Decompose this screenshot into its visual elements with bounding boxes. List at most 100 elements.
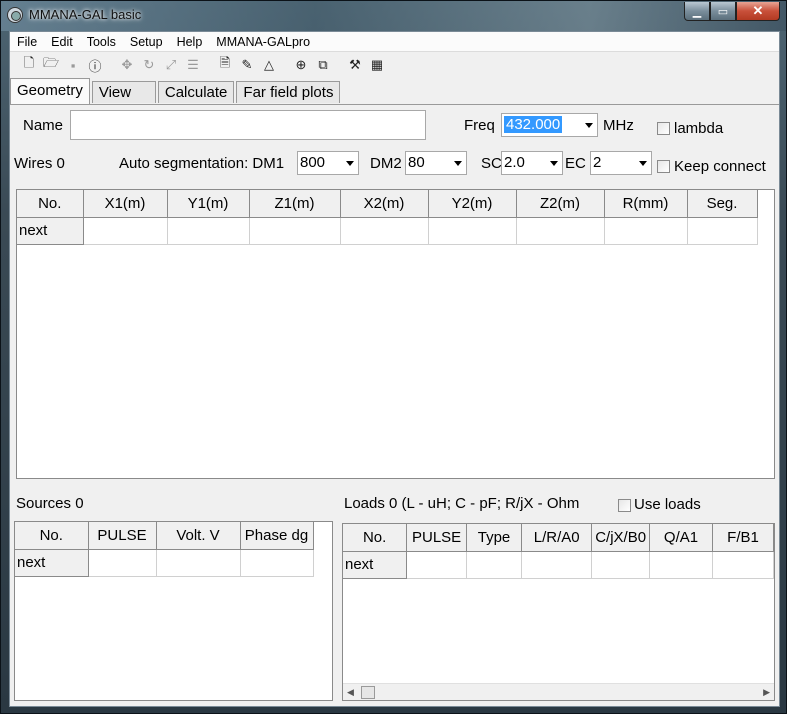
loads-table[interactable]: No. PULSE Type L/R/A0 C/jX/B0 Q/A1 F/B1 … <box>342 523 775 701</box>
rotate-icon[interactable]: ↻ <box>138 54 160 76</box>
table-cell[interactable] <box>712 551 774 579</box>
table-cell[interactable]: next <box>17 217 84 245</box>
scale-icon[interactable]: ⤢ <box>160 54 182 76</box>
menu-help[interactable]: Help <box>170 32 210 52</box>
column-header[interactable]: No. <box>17 190 84 218</box>
column-header[interactable]: F/B1 <box>712 524 774 552</box>
table-header-row: No. PULSE Volt. V Phase dg <box>15 522 314 550</box>
tab-calculate[interactable]: Calculate <box>157 81 235 103</box>
menu-setup[interactable]: Setup <box>123 32 170 52</box>
new-file-icon[interactable]: 🗋 <box>18 54 40 76</box>
app-icon[interactable] <box>7 7 23 23</box>
table-cell[interactable] <box>687 217 758 245</box>
adjust-icon[interactable]: ☰ <box>182 54 204 76</box>
sources-table[interactable]: No. PULSE Volt. V Phase dg next <box>14 521 333 701</box>
move-icon[interactable]: ✥ <box>116 54 138 76</box>
pen-icon[interactable]: ✎ <box>236 54 258 76</box>
table-cell[interactable]: next <box>15 549 89 577</box>
tab-geometry[interactable]: Geometry <box>10 78 90 104</box>
scroll-left-icon[interactable]: ◀ <box>347 687 354 698</box>
close-button[interactable]: ✕ <box>736 2 780 21</box>
chevron-down-icon[interactable] <box>585 123 593 128</box>
tools-icon[interactable]: ⚒ <box>344 54 366 76</box>
table-cell[interactable] <box>591 551 651 579</box>
wires-table[interactable]: No. X1(m) Y1(m) Z1(m) X2(m) Y2(m) Z2(m) … <box>16 189 775 479</box>
name-input[interactable] <box>70 110 426 140</box>
table-row[interactable]: next <box>15 549 314 577</box>
column-header[interactable]: No. <box>15 522 89 550</box>
table-cell[interactable] <box>466 551 523 579</box>
table-row[interactable]: next <box>343 551 774 579</box>
save-icon[interactable]: ▪ <box>62 54 84 76</box>
chevron-down-icon[interactable] <box>550 161 558 166</box>
table-cell[interactable] <box>428 217 517 245</box>
info-icon[interactable]: ⓘ <box>84 54 106 76</box>
column-header[interactable]: X2(m) <box>340 190 429 218</box>
column-header[interactable]: R(mm) <box>604 190 688 218</box>
column-header[interactable]: PULSE <box>406 524 467 552</box>
target-icon[interactable]: ⊕ <box>290 54 312 76</box>
page-icon[interactable]: 🗎 <box>214 54 236 76</box>
minimize-button[interactable]: ▁ <box>684 2 710 21</box>
dm1-combo[interactable]: 800 <box>297 151 359 175</box>
table-cell[interactable] <box>604 217 688 245</box>
column-header[interactable]: Y1(m) <box>167 190 250 218</box>
column-header[interactable]: X1(m) <box>83 190 168 218</box>
table-cell[interactable] <box>249 217 341 245</box>
table-cell[interactable] <box>88 549 157 577</box>
ec-combo[interactable]: 2 <box>590 151 652 175</box>
chevron-down-icon[interactable] <box>346 161 354 166</box>
sc-label: SC <box>481 155 502 172</box>
scrollbar-thumb[interactable] <box>361 686 375 699</box>
column-header[interactable]: L/R/A0 <box>521 524 593 552</box>
freq-unit: MHz <box>603 117 634 134</box>
scroll-right-icon[interactable]: ▶ <box>763 687 770 698</box>
dm1-value: 800 <box>300 154 326 171</box>
table-cell[interactable] <box>521 551 593 579</box>
keep-connect-checkbox[interactable] <box>657 160 670 173</box>
open-folder-icon[interactable]: 🗁 <box>40 54 62 76</box>
maximize-button[interactable]: ▭ <box>710 2 736 21</box>
dm2-combo[interactable]: 80 <box>405 151 467 175</box>
chevron-down-icon[interactable] <box>639 161 647 166</box>
calculator-icon[interactable]: ▦ <box>366 54 388 76</box>
close-icon: ✕ <box>752 3 764 18</box>
menu-mmana-galpro[interactable]: MMANA-GALpro <box>209 32 317 52</box>
dm2-label: DM2 <box>370 155 402 172</box>
column-header[interactable]: No. <box>343 524 408 552</box>
use-loads-checkbox[interactable] <box>618 499 631 512</box>
table-cell[interactable] <box>649 551 713 579</box>
chevron-down-icon[interactable] <box>454 161 462 166</box>
column-header[interactable]: Type <box>466 524 523 552</box>
table-cell[interactable] <box>156 549 241 577</box>
sc-combo[interactable]: 2.0 <box>501 151 563 175</box>
lambda-checkbox[interactable] <box>657 122 670 135</box>
table-cell[interactable] <box>240 549 314 577</box>
tab-far-field-plots[interactable]: Far field plots <box>236 81 341 103</box>
title-bar[interactable]: MMANA-GAL basic ▁ ▭ ✕ <box>1 1 786 31</box>
tab-view[interactable]: View <box>91 81 156 103</box>
column-header[interactable]: PULSE <box>88 522 157 550</box>
column-header[interactable]: Z1(m) <box>249 190 341 218</box>
column-header[interactable]: Y2(m) <box>428 190 517 218</box>
table-row[interactable]: next <box>17 217 758 245</box>
copy-icon[interactable]: ⧉ <box>312 54 334 76</box>
table-cell[interactable] <box>340 217 429 245</box>
freq-combo[interactable]: 432.000 <box>501 113 598 137</box>
column-header[interactable]: Seg. <box>687 190 758 218</box>
table-cell[interactable] <box>516 217 605 245</box>
table-cell[interactable] <box>167 217 250 245</box>
column-header[interactable]: Volt. V <box>156 522 241 550</box>
menu-tools[interactable]: Tools <box>80 32 123 52</box>
menu-edit[interactable]: Edit <box>44 32 80 52</box>
table-cell[interactable]: next <box>343 551 408 579</box>
horizontal-scrollbar[interactable]: ◀ ▶ <box>343 683 774 700</box>
column-header[interactable]: Phase dg <box>240 522 314 550</box>
column-header[interactable]: Z2(m) <box>516 190 605 218</box>
triangle-icon[interactable]: △ <box>258 54 280 76</box>
table-cell[interactable] <box>83 217 168 245</box>
menu-file[interactable]: File <box>10 32 44 52</box>
column-header[interactable]: Q/A1 <box>649 524 713 552</box>
column-header[interactable]: C/jX/B0 <box>591 524 651 552</box>
table-cell[interactable] <box>406 551 467 579</box>
